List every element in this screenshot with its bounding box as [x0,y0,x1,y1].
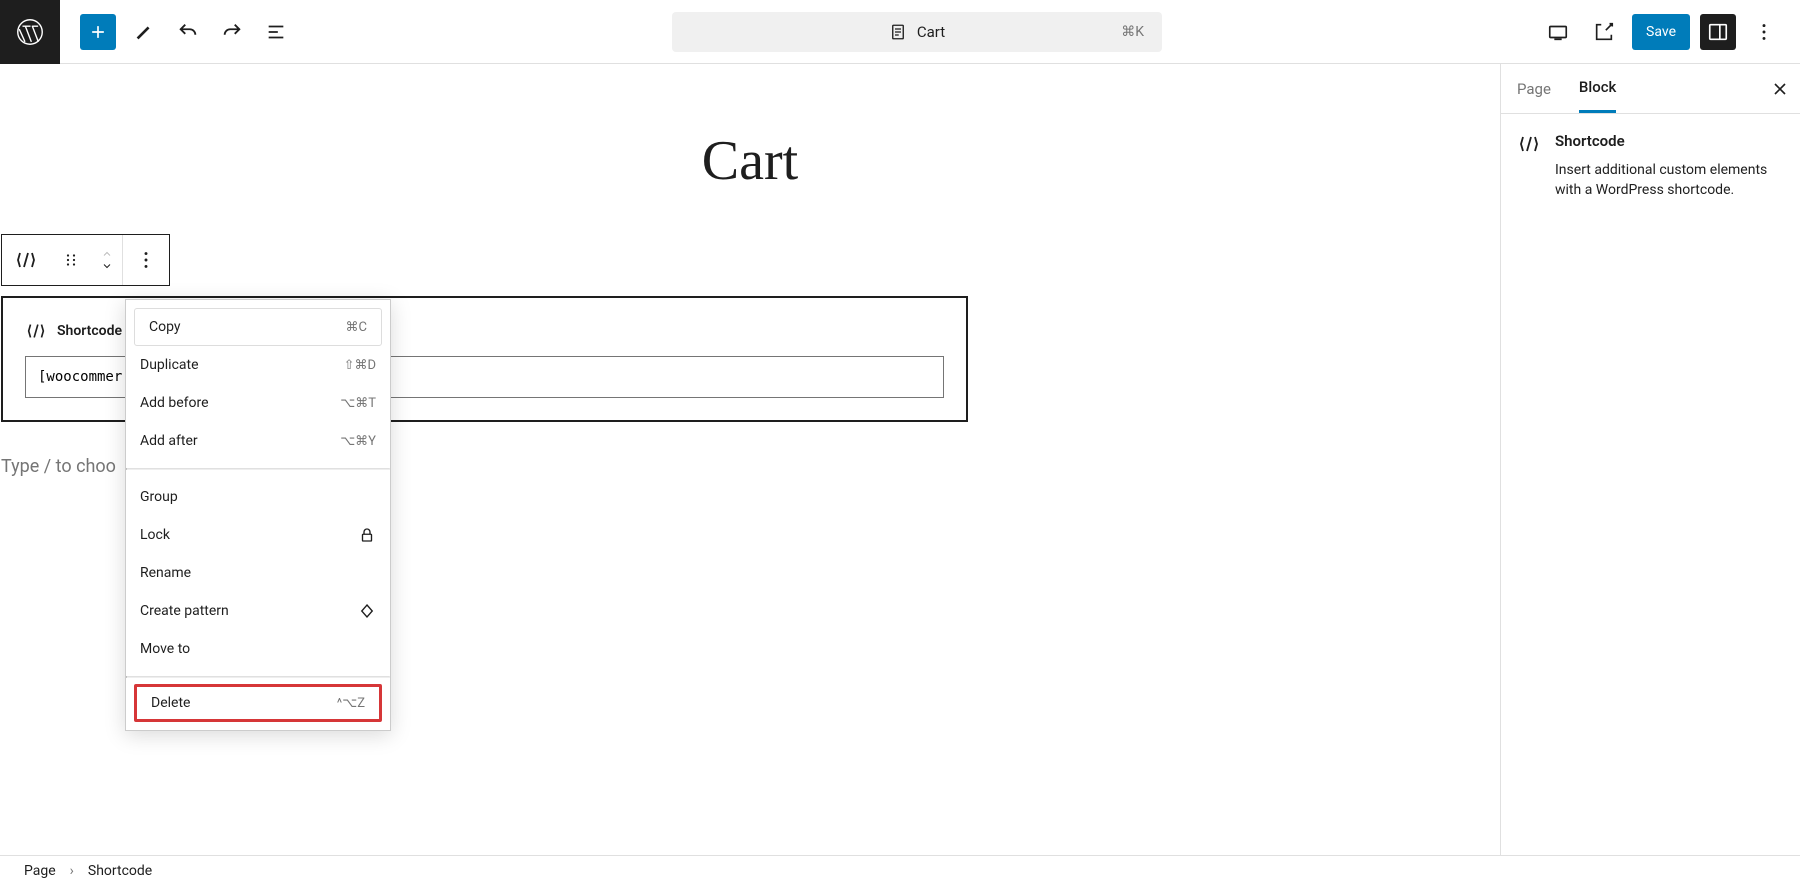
lock-icon [358,526,376,544]
redo-button[interactable] [214,14,250,50]
pattern-icon [358,602,376,620]
document-title: Cart [917,23,945,41]
document-overview-button[interactable] [258,14,294,50]
save-button[interactable]: Save [1632,14,1690,50]
menu-item-duplicate[interactable]: Duplicate ⇧⌘D [126,346,390,384]
document-switcher-shortcut: ⌘K [1121,24,1144,40]
menu-item-rename[interactable]: Rename [126,554,390,592]
block-options-menu: Copy ⌘C Duplicate ⇧⌘D Add before ⌥⌘T Add… [125,299,391,731]
undo-button[interactable] [170,14,206,50]
top-toolbar: Cart ⌘K Save [0,0,1800,64]
tools-button[interactable] [126,14,162,50]
breadcrumb-root[interactable]: Page [24,863,56,879]
document-switcher[interactable]: Cart ⌘K [672,12,1162,52]
block-more-options-button[interactable] [122,235,169,285]
chevron-right-icon: › [70,863,74,879]
block-type-button[interactable] [2,235,50,285]
settings-panel-toggle[interactable] [1700,14,1736,50]
shortcode-icon [1517,132,1541,201]
breadcrumb-current[interactable]: Shortcode [88,863,152,879]
view-button[interactable] [1540,14,1576,50]
drag-handle[interactable] [50,235,92,285]
menu-item-copy[interactable]: Copy ⌘C [134,308,382,346]
menu-item-add-after[interactable]: Add after ⌥⌘Y [126,422,390,460]
add-block-button[interactable] [80,14,116,50]
page-title[interactable]: Cart [0,64,1500,223]
menu-item-lock[interactable]: Lock [126,516,390,554]
block-info-title: Shortcode [1555,132,1784,150]
options-button[interactable] [1746,14,1782,50]
close-sidebar-button[interactable] [1770,79,1790,99]
tab-block[interactable]: Block [1579,64,1616,113]
editor-canvas: Cart [0,64,1500,885]
menu-item-group[interactable]: Group [126,478,390,516]
block-toolbar [1,234,170,286]
shortcode-icon [25,320,47,342]
menu-item-move-to[interactable]: Move to [126,630,390,668]
settings-sidebar: Page Block Shortcode Insert additional c… [1500,64,1800,885]
move-up-button[interactable] [100,248,114,260]
wordpress-logo[interactable] [0,0,60,64]
block-breadcrumb: Page › Shortcode [0,855,1800,885]
menu-item-add-before[interactable]: Add before ⌥⌘T [126,384,390,422]
menu-item-delete[interactable]: Delete ^⌥Z [134,684,382,722]
block-info-description: Insert additional custom elements with a… [1555,160,1784,201]
tab-page[interactable]: Page [1517,64,1551,113]
page-icon [889,23,907,41]
shortcode-block-label: Shortcode [57,323,122,339]
default-block-appender[interactable]: Type / to choo [1,456,116,477]
move-down-button[interactable] [100,260,114,272]
preview-button[interactable] [1586,14,1622,50]
menu-item-create-pattern[interactable]: Create pattern [126,592,390,630]
